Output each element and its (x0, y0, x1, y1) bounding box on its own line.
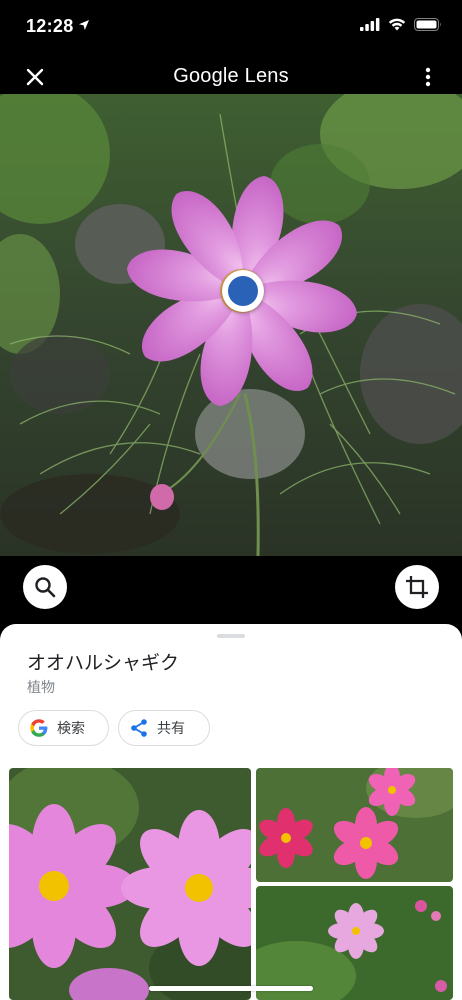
more-vert-icon (425, 67, 431, 87)
selection-dot[interactable] (222, 270, 264, 312)
search-icon (35, 577, 56, 598)
wifi-icon (388, 18, 406, 36)
share-chip[interactable]: 共有 (118, 710, 210, 746)
result-title: オオハルシャギク (27, 653, 180, 674)
crop-button[interactable] (395, 565, 439, 609)
status-time: 12:28 (26, 16, 74, 36)
result-category: 植物 (27, 679, 55, 695)
share-chip-label: 共有 (157, 720, 185, 736)
share-icon (131, 719, 147, 737)
status-bar: 12:28 (0, 0, 462, 56)
result-sheet: オオハルシャギク 植物 検索 共有 (0, 624, 462, 1000)
status-indicators (360, 18, 442, 36)
top-bar: Google Lens (0, 56, 462, 94)
camera-photo (0, 94, 462, 556)
drag-handle[interactable] (217, 634, 245, 638)
google-g-icon (30, 719, 48, 737)
similar-image[interactable] (256, 886, 453, 1000)
action-strip (0, 556, 462, 626)
search-button[interactable] (23, 565, 67, 609)
search-chip-label: 検索 (57, 720, 85, 736)
search-chip[interactable]: 検索 (18, 710, 109, 746)
signal-icon (360, 18, 380, 36)
location-arrow-icon (78, 18, 90, 36)
similar-image[interactable] (256, 768, 453, 882)
crop-icon (406, 576, 428, 598)
page-title: Google Lens (173, 65, 289, 87)
battery-icon (414, 18, 442, 36)
home-indicator[interactable] (149, 986, 313, 991)
more-options-button[interactable] (416, 64, 440, 90)
similar-image[interactable] (9, 768, 251, 1000)
